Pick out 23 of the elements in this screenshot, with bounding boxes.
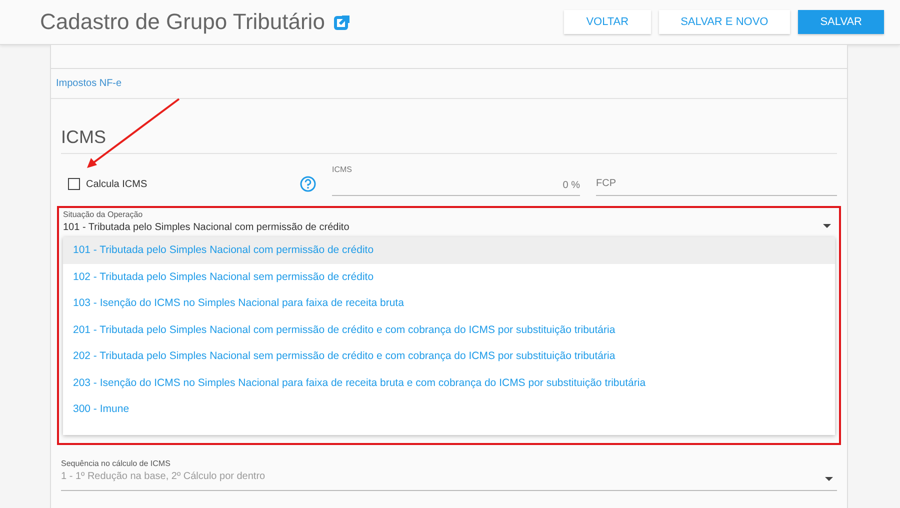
dropdown-option[interactable]: 201 - Tributada pelo Simples Nacional com permissão de crédito e com cobrança do ICMS por substituição tributária: [63, 316, 835, 343]
dropdown-option[interactable]: 103 - Isenção do ICMS no Simples Nacional para faixa de receita bruta: [63, 290, 835, 316]
secondary-button[interactable]: SALVAR E NOVO: [658, 10, 790, 34]
help-icon[interactable]: [300, 176, 316, 192]
caret-icon: [825, 477, 833, 481]
page-title: Cadastro de Grupo Tributário: [40, 9, 325, 35]
dropdown-option[interactable]: 203 - Isenção do ICMS no Simples Nacional para faixa de receita bruta e com cobrança do ICMS por substituição tributária: [63, 370, 835, 396]
dropdown-option[interactable]: 300 - Imune: [63, 396, 835, 422]
sequence-select[interactable]: Sequência no cálculo de ICMS 1 - 1º Redução na base, 2º Cálculo por dentro: [61, 459, 837, 491]
dropdown-option[interactable]: 101 - Tributada pelo Simples Nacional com permissão de crédito: [63, 237, 835, 264]
external-link-icon[interactable]: [332, 13, 351, 31]
secondary-button[interactable]: VOLTAR: [564, 10, 651, 34]
checkbox-label: Calcula ICMS: [86, 178, 148, 190]
save-button[interactable]: SALVAR: [798, 10, 884, 34]
checkbox[interactable]: [68, 178, 80, 190]
section-title: ICMS: [61, 127, 837, 154]
dropdown-option[interactable]: 202 - Tributada pelo Simples Nacional sem permissão de crédito e com cobrança do ICMS por substituição tributária: [63, 343, 835, 370]
fcp-field[interactable]: FCP: [596, 171, 837, 196]
section-tab[interactable]: Impostos NF-e: [56, 78, 122, 89]
caret-icon: [823, 224, 831, 228]
operation-select[interactable]: Situação da Operação 101 - Tributada pelo Simples Nacional com permissão de crédito: [63, 210, 835, 237]
dropdown-option[interactable]: 102 - Tributada pelo Simples Nacional sem permissão de crédito: [63, 264, 835, 290]
icms-field[interactable]: ICMS 0 %: [332, 165, 580, 196]
